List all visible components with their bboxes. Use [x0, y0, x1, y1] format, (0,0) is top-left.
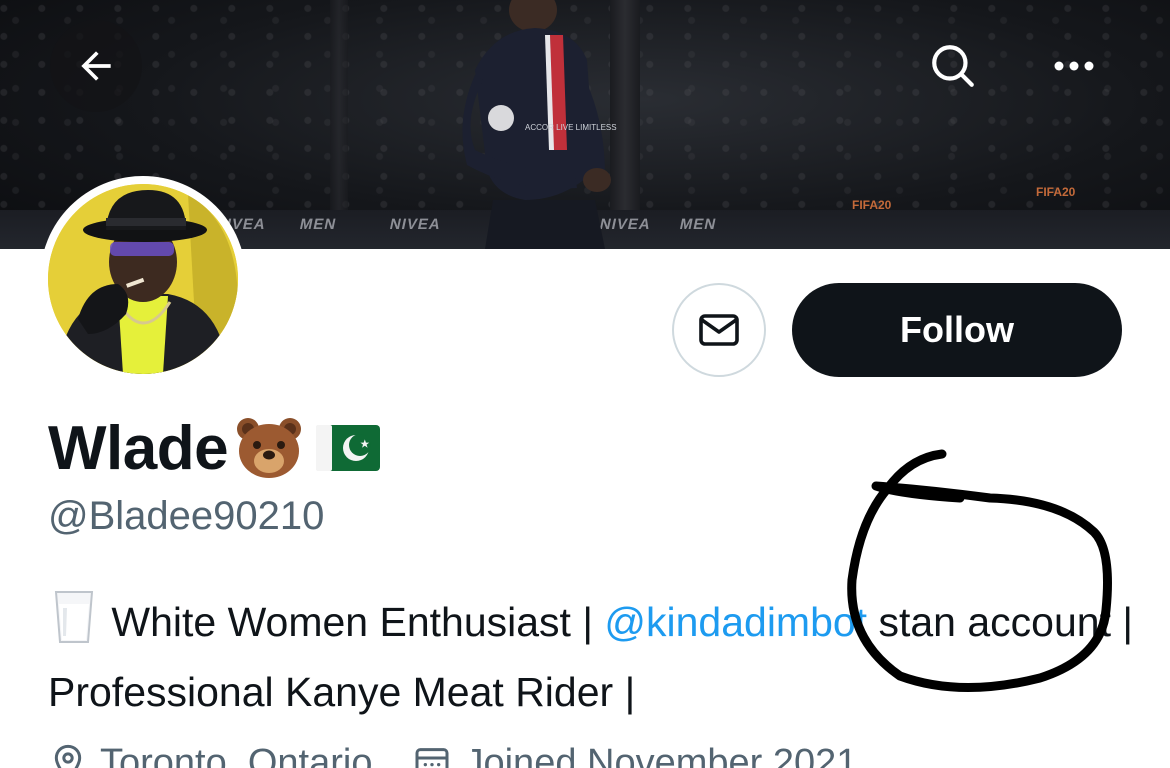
arrow-left-icon [81, 51, 111, 81]
back-button[interactable] [50, 20, 142, 112]
search-icon [932, 45, 974, 87]
banner-ad-text: MEN [298, 216, 339, 233]
avatar-photo [48, 184, 238, 374]
more-button[interactable] [1044, 36, 1104, 96]
name-emojis [236, 417, 381, 479]
banner-jersey-text: ACCOR LIVE LIMITLESS [525, 123, 617, 132]
profile-bio: White Women Enthusiast | @kindadimbot st… [48, 590, 1148, 723]
milk-glass-icon [48, 590, 100, 661]
banner-player-figure: ACCOR LIVE LIMITLESS [462, 0, 617, 249]
location-pin-icon [54, 744, 82, 768]
banner-ad-text: NIVEA [388, 216, 443, 233]
banner-ad-text: FIFA20 [852, 198, 892, 212]
envelope-icon [699, 314, 739, 346]
bio-mention-link[interactable]: @kindadimbot [604, 599, 867, 645]
profile-screen: NIVEA MEN NIVEA NIVEA MEN FIFA20 FIFA20 [0, 0, 1170, 768]
profile-location-text: Toronto, Ontario [100, 741, 373, 768]
profile-location: Toronto, Ontario [48, 742, 372, 768]
bio-text-before: White Women Enthusiast | [100, 599, 605, 645]
display-name: Wlade [48, 413, 229, 483]
follow-button[interactable]: Follow [792, 283, 1122, 377]
banner-ad-text: FIFA20 [1036, 185, 1076, 199]
avatar-image [48, 184, 238, 374]
profile-meta-row: Toronto, Ontario Joined November 2021 [48, 738, 897, 768]
display-name-row: Wlade [48, 410, 381, 486]
more-horizontal-icon [1054, 61, 1094, 71]
search-button[interactable] [923, 36, 983, 96]
profile-handle: @Bladee90210 [48, 494, 325, 538]
profile-joined: Joined November 2021 [412, 742, 857, 768]
profile-joined-text: Joined November 2021 [464, 741, 858, 768]
bear-emoji-icon [237, 418, 302, 478]
pakistan-flag-icon [316, 425, 381, 471]
avatar[interactable] [40, 176, 246, 382]
banner-ad-text: MEN [678, 216, 719, 233]
calendar-icon [415, 748, 449, 768]
message-button[interactable] [672, 283, 766, 377]
